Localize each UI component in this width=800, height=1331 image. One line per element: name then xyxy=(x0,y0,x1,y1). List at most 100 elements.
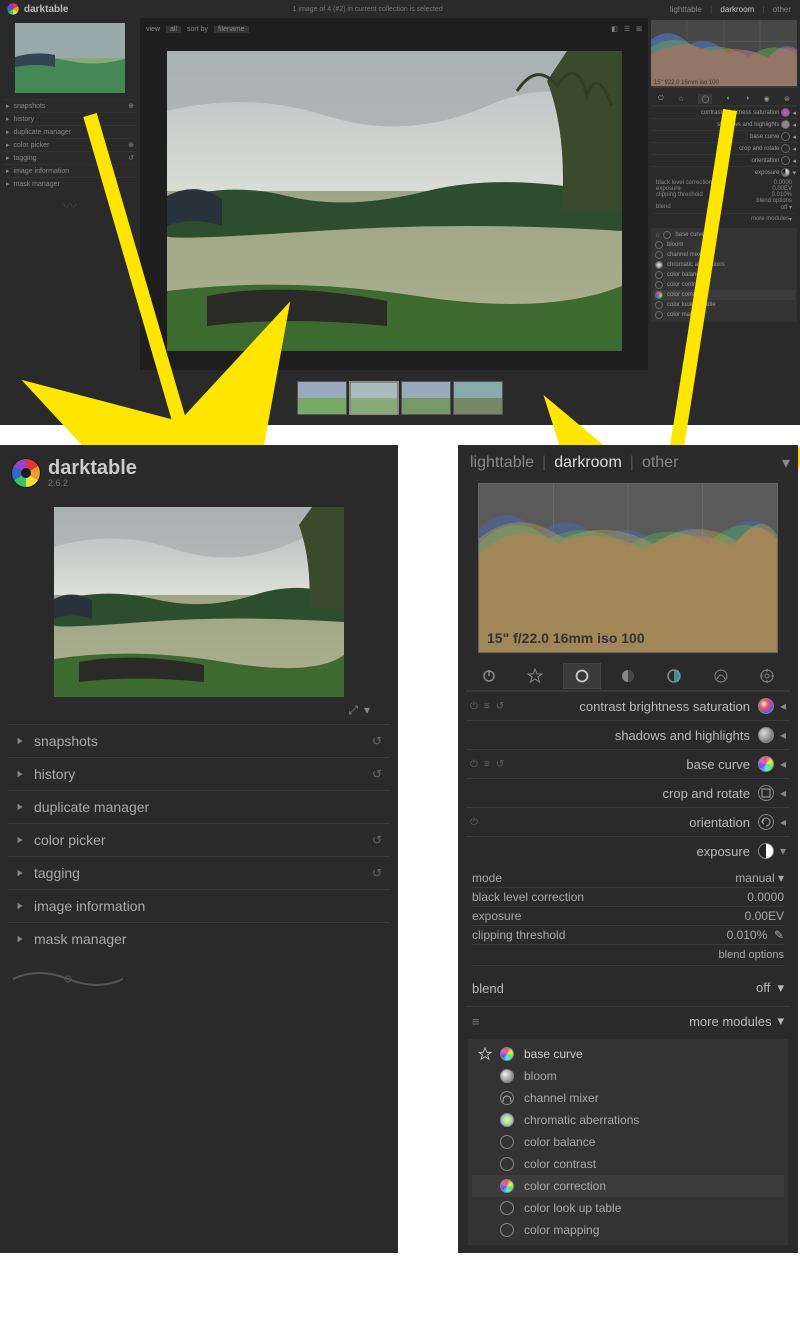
panel-color-picker[interactable]: color picker ↺ xyxy=(8,823,390,856)
histogram[interactable]: 15" f/22.0 16mm iso 100 xyxy=(478,483,778,653)
power-icon[interactable]: ⏻ xyxy=(470,817,478,828)
histogram[interactable]: 15" f/22.0 16mm iso 100 xyxy=(651,20,797,88)
collapse-icon[interactable]: ◂ xyxy=(780,728,786,742)
group-power-icon[interactable]: ⏻ xyxy=(658,95,664,103)
group-active-icon[interactable] xyxy=(563,663,601,689)
panel-snapshots[interactable]: ▸snapshots⊕ xyxy=(4,99,136,112)
panel-history[interactable]: history ↺ xyxy=(8,757,390,790)
view-lighttable[interactable]: lighttable xyxy=(670,5,702,14)
fit-icon[interactable]: ⤢ xyxy=(348,703,358,718)
group-favorites-icon[interactable] xyxy=(516,663,554,689)
group-basic-icon[interactable]: ◐ xyxy=(727,95,731,102)
blend-row[interactable]: blend off ▾ xyxy=(466,970,790,1006)
module-orientation[interactable]: ⏻ orientation ◂ xyxy=(466,807,790,836)
more-module-item[interactable]: color look up table xyxy=(653,300,795,310)
collapse-icon[interactable]: ◂ xyxy=(780,786,786,800)
panel-snapshots[interactable]: snapshots ↺ xyxy=(8,724,390,757)
more-module-item[interactable]: color mapping xyxy=(472,1219,784,1241)
module-orientation[interactable]: orientation◂ xyxy=(651,154,797,166)
panel-tagging[interactable]: tagging ↺ xyxy=(8,856,390,889)
toolbar-icon[interactable]: ◧ xyxy=(611,25,618,33)
more-module-item[interactable]: chromatic aberrations xyxy=(472,1109,784,1131)
module-shadows[interactable]: shadows and highlights◂ xyxy=(651,118,797,130)
zoom-icon[interactable]: ▾ xyxy=(364,703,370,718)
module-contrast[interactable]: contrast brightness saturation◂ xyxy=(651,106,797,118)
reset-icon[interactable]: ↺ xyxy=(496,759,504,770)
module-basecurve[interactable]: base curve◂ xyxy=(651,130,797,142)
panel-duplicate-manager[interactable]: duplicate manager xyxy=(8,790,390,823)
panel-history[interactable]: ▸history xyxy=(4,112,136,125)
expand-icon[interactable]: ▾ xyxy=(780,844,786,858)
group-color-icon[interactable]: ◉ xyxy=(764,95,770,103)
filmstrip-thumb[interactable] xyxy=(453,381,503,415)
panel-mask-manager[interactable]: mask manager xyxy=(8,922,390,955)
clip-value[interactable]: 0.010% xyxy=(727,928,768,942)
mode-value[interactable]: manual xyxy=(735,871,774,885)
group-power-icon[interactable] xyxy=(470,663,508,689)
group-favorites-icon[interactable]: ☆ xyxy=(678,95,684,103)
more-module-item[interactable]: color contrast xyxy=(472,1153,784,1175)
more-module-item[interactable]: color balance xyxy=(653,270,795,280)
filmstrip-thumb[interactable] xyxy=(297,381,347,415)
collapse-icon[interactable]: ◂ xyxy=(780,699,786,713)
reset-icon[interactable]: ↺ xyxy=(372,866,382,880)
collapse-icon[interactable]: ◂ xyxy=(780,815,786,829)
group-tone-icon[interactable] xyxy=(655,663,693,689)
sort-dropdown[interactable]: filename xyxy=(214,26,248,33)
multi-icon[interactable]: ≡ xyxy=(484,701,490,712)
module-exposure[interactable]: exposure▾ xyxy=(651,166,797,178)
more-module-item[interactable]: color correction xyxy=(653,290,795,300)
panel-duplicate-manager[interactable]: ▸duplicate manager xyxy=(4,125,136,138)
panel-mask-manager[interactable]: ▸mask manager xyxy=(4,177,136,190)
more-module-item[interactable]: base curve xyxy=(472,1043,784,1065)
multi-icon[interactable]: ≡ xyxy=(484,759,490,770)
more-module-item[interactable]: chromatic aberrations xyxy=(653,260,795,270)
panel-color-picker[interactable]: ▸color picker⊕ xyxy=(4,138,136,151)
filmstrip-thumb[interactable] xyxy=(349,381,399,415)
power-icon[interactable]: ⏻ xyxy=(470,701,478,712)
navigation-preview[interactable] xyxy=(54,507,344,697)
more-module-item[interactable]: channel mixer xyxy=(653,250,795,260)
module-shadows[interactable]: ⏻ shadows and highlights ◂ xyxy=(466,720,790,749)
panel-tagging[interactable]: ▸tagging↺ xyxy=(4,151,136,164)
more-module-item[interactable]: color contrast xyxy=(653,280,795,290)
module-crop[interactable]: crop and rotate◂ xyxy=(651,142,797,154)
exposure-value[interactable]: 0.00EV xyxy=(745,909,784,923)
more-module-item[interactable]: ☆base curve xyxy=(653,230,795,240)
collapse-icon[interactable]: ◂ xyxy=(780,757,786,771)
reset-icon[interactable]: ↺ xyxy=(496,701,504,712)
main-image[interactable] xyxy=(167,51,622,351)
module-basecurve[interactable]: ⏻≡↺ base curve ◂ xyxy=(466,749,790,778)
group-basic-icon[interactable] xyxy=(609,663,647,689)
view-other[interactable]: other xyxy=(642,454,678,472)
more-module-item[interactable]: color look up table xyxy=(472,1197,784,1219)
view-other[interactable]: other xyxy=(773,5,791,14)
panel-image-information[interactable]: ▸image information xyxy=(4,164,136,177)
module-crop[interactable]: ⏻ crop and rotate ◂ xyxy=(466,778,790,807)
group-correct-icon[interactable]: ⊛ xyxy=(784,95,790,103)
black-value[interactable]: 0.0000 xyxy=(747,890,784,904)
group-tone-icon[interactable]: ◑ xyxy=(745,95,749,102)
more-module-item[interactable]: color correction xyxy=(472,1175,784,1197)
module-exposure[interactable]: ⏻ exposure ▾ xyxy=(466,836,790,865)
more-module-item[interactable]: bloom xyxy=(653,240,795,250)
more-modules-header[interactable]: ≡ more modules ▾ xyxy=(466,1006,790,1035)
view-darkroom[interactable]: darkroom xyxy=(554,454,622,472)
module-contrast[interactable]: ⏻≡↺ contrast brightness saturation ◂ xyxy=(466,691,790,720)
more-module-item[interactable]: bloom xyxy=(472,1065,784,1087)
navigation-preview[interactable] xyxy=(15,23,125,93)
caret-down-icon[interactable]: ▾ xyxy=(782,453,790,473)
reset-icon[interactable]: ↺ xyxy=(372,734,382,748)
blend-options[interactable]: blend options xyxy=(472,945,784,966)
group-active-icon[interactable]: ◯ xyxy=(698,94,712,104)
more-module-item[interactable]: color mapping xyxy=(653,310,795,320)
reset-icon[interactable]: ↺ xyxy=(372,767,382,781)
group-effect-icon[interactable] xyxy=(748,663,786,689)
toolbar-icon[interactable]: ⊞ xyxy=(636,25,642,33)
filmstrip-thumb[interactable] xyxy=(401,381,451,415)
view-lighttable[interactable]: lighttable xyxy=(470,454,534,472)
more-module-item[interactable]: channel mixer xyxy=(472,1087,784,1109)
more-module-item[interactable]: color balance xyxy=(472,1131,784,1153)
panel-image-information[interactable]: image information xyxy=(8,889,390,922)
view-dropdown[interactable]: all xyxy=(166,26,181,33)
